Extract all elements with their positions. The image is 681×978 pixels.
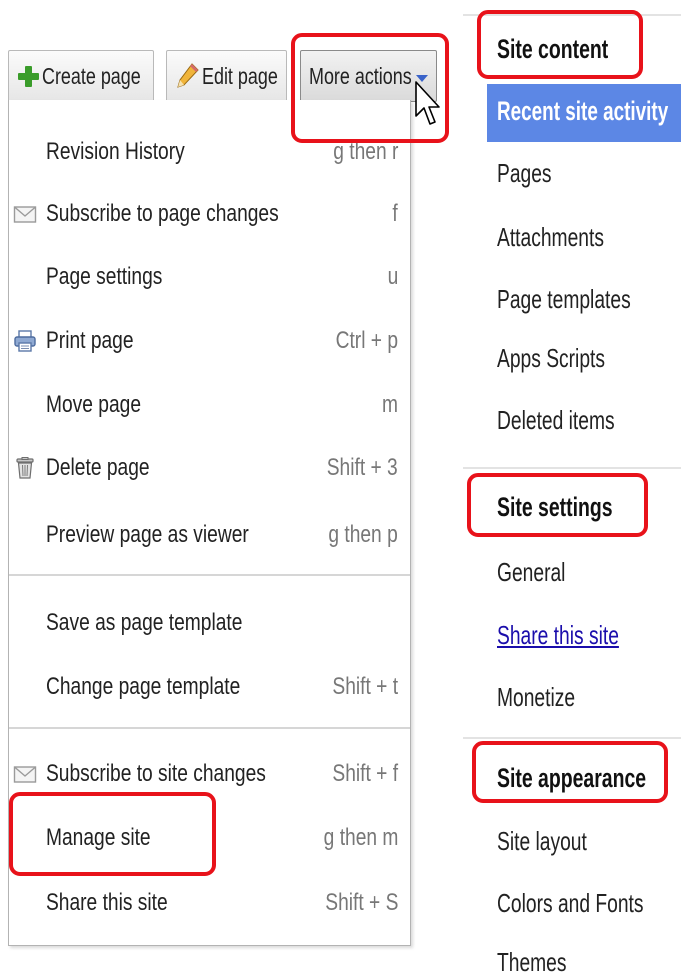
menu-item-move-page[interactable]: Move page m	[9, 385, 410, 425]
menu-item-label: Delete page	[46, 454, 150, 481]
menu-item-label: Subscribe to page changes	[46, 200, 279, 227]
edit-page-button[interactable]: Edit page	[166, 50, 287, 102]
pencil-icon	[177, 63, 199, 88]
menu-item-shortcut: Shift + 3	[327, 454, 398, 481]
menu-item-subscribe-site-changes[interactable]: Subscribe to site changes Shift + f	[9, 754, 410, 794]
menu-item-shortcut: Ctrl + p	[335, 327, 398, 354]
menu-item-label: Preview page as viewer	[46, 521, 249, 548]
highlight-more-actions	[291, 33, 449, 143]
sidebar-item-general[interactable]: General	[497, 557, 565, 588]
menu-item-label: Revision History	[46, 138, 185, 165]
sidebar-item-themes[interactable]: Themes	[497, 947, 567, 978]
share-this-site-link[interactable]: Share this site	[497, 620, 619, 651]
printer-icon	[14, 330, 36, 352]
menu-item-share-site[interactable]: Share this site Shift + S	[9, 883, 410, 923]
highlight-manage-site	[9, 792, 216, 876]
menu-divider	[9, 727, 410, 729]
menu-item-shortcut: u	[387, 263, 398, 290]
sidebar-item-apps-scripts[interactable]: Apps Scripts	[497, 343, 605, 374]
highlight-site-appearance	[472, 741, 668, 803]
menu-item-shortcut: Shift + f	[332, 760, 398, 787]
trash-icon	[16, 457, 34, 479]
envelope-icon	[13, 766, 37, 783]
sidebar-item-recent-site-activity[interactable]: Recent site activity	[487, 84, 681, 142]
menu-item-print-page[interactable]: Print page Ctrl + p	[9, 321, 410, 361]
menu-item-label: Move page	[46, 391, 141, 418]
menu-item-shortcut: Shift + t	[332, 673, 398, 700]
sidebar-item-attachments[interactable]: Attachments	[497, 222, 604, 253]
sidebar-item-page-templates[interactable]: Page templates	[497, 284, 631, 315]
edit-page-label: Edit page	[202, 62, 278, 89]
menu-item-label: Print page	[46, 327, 134, 354]
create-page-button[interactable]: Create page	[8, 50, 154, 102]
menu-item-shortcut: g then m	[323, 824, 398, 851]
menu-item-page-settings[interactable]: Page settings u	[9, 257, 410, 297]
menu-item-shortcut: Shift + S	[324, 889, 398, 916]
menu-item-change-template[interactable]: Change page template Shift + t	[9, 667, 410, 707]
menu-item-shortcut: f	[392, 200, 398, 227]
menu-item-label: Share this site	[46, 889, 168, 916]
sidebar-item-colors-and-fonts[interactable]: Colors and Fonts	[497, 888, 644, 919]
sidebar-item-pages[interactable]: Pages	[497, 158, 552, 189]
envelope-icon	[13, 206, 37, 223]
menu-item-label: Save as page template	[46, 609, 243, 636]
menu-item-label: Subscribe to site changes	[46, 760, 266, 787]
panel-divider	[463, 737, 681, 739]
menu-item-preview-as-viewer[interactable]: Preview page as viewer g then p	[9, 515, 410, 555]
sidebar-item-label: Recent site activity	[497, 96, 669, 126]
highlight-site-settings	[467, 473, 648, 537]
menu-item-label: Page settings	[46, 263, 163, 290]
plus-icon	[17, 65, 39, 87]
sidebar-item-monetize[interactable]: Monetize	[497, 682, 575, 713]
highlight-site-content	[477, 10, 643, 79]
menu-item-subscribe-page-changes[interactable]: Subscribe to page changes f	[9, 194, 410, 234]
sidebar-item-site-layout[interactable]: Site layout	[497, 826, 587, 857]
menu-item-shortcut: m	[382, 391, 398, 418]
panel-divider	[463, 467, 681, 469]
menu-item-label: Change page template	[46, 673, 241, 700]
create-page-label: Create page	[42, 62, 141, 89]
sidebar-item-deleted-items[interactable]: Deleted items	[497, 405, 615, 436]
menu-item-delete-page[interactable]: Delete page Shift + 3	[9, 448, 410, 488]
menu-item-save-as-template[interactable]: Save as page template	[9, 603, 410, 643]
menu-divider	[9, 574, 410, 576]
menu-item-shortcut: g then p	[328, 521, 398, 548]
